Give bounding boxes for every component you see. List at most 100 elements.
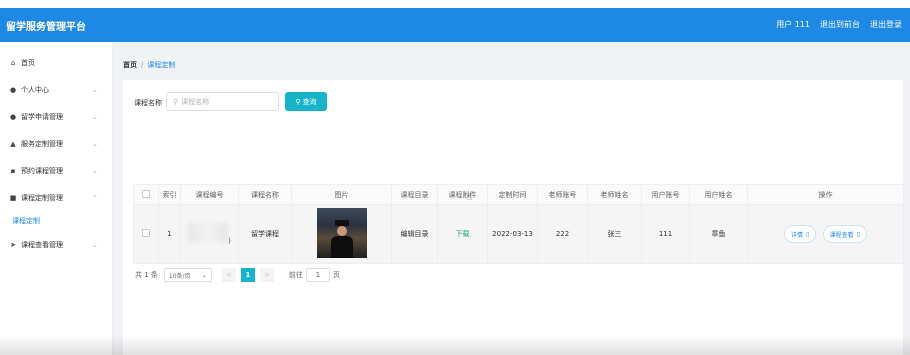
goto-label: 前往 [288,271,303,279]
bottom-shadow [0,335,910,355]
table-header-row: 索引 课程编号 课程名称 图片 课程目录 课程附件 定制时间 老师账号 老师姓名… [133,184,904,205]
prev-page-button[interactable]: < [221,268,236,282]
sidebar-item-label: 首页 [21,59,35,67]
content-panel: 课程名称 ⚲ 课程名称 ⚲ 查询 索引 课程编号 课程名称 图片 课程目录 课程 [123,80,904,355]
send-icon: ➤ [10,241,16,249]
detail-button[interactable]: 详情 ▯ [784,225,817,243]
column-header: 老师账号 [537,184,588,205]
column-header: 课程名称 [238,184,292,205]
sidebar-item-label: 服务定制管理 [21,140,63,148]
column-header: 图片 [291,184,392,205]
page-unit-label: 页 [332,271,340,279]
course-view-button-label: 课程查看 [829,231,854,239]
search-button[interactable]: ⚲ 查询 [285,92,327,111]
checkbox[interactable] [142,189,150,198]
search-placeholder: 课程名称 [181,97,210,106]
folder-icon: ■ [9,194,17,202]
cell-catalog: 编辑目录 [391,204,438,264]
sidebar-item-label: 留学申请管理 [21,113,63,121]
sidebar-item-course-view[interactable]: ➤ 课程查看管理 ⌄ [0,237,113,253]
graduation-photo [316,208,367,258]
sidebar-item-label: 课程定制管理 [21,194,63,202]
search-input[interactable]: ⚲ 课程名称 [166,92,279,111]
goto-page-input[interactable]: 1 [305,268,330,282]
search-button-label: 查询 [302,97,317,106]
cell-teacher-account: 222 [537,204,588,264]
sidebar-item-booking[interactable]: ▪ 预约课程管理 ⌄ [0,163,113,179]
next-page-button[interactable]: > [259,268,274,282]
logout-link[interactable]: 退出登录 [870,19,902,30]
sidebar-item-personal-center[interactable]: ● 个人中心 ⌄ [0,82,113,98]
sidebar-item-application[interactable]: ● 留学申请管理 ⌄ [0,109,113,125]
checkbox[interactable] [142,229,150,237]
current-user[interactable]: 用户 111 [776,19,810,30]
column-header: 课程编号 [180,184,239,205]
face-shape [336,226,347,236]
cell-time: 2022-03-13 [487,204,538,264]
sidebar-item-course-custom[interactable]: ■ 课程定制管理 ⌃ [0,190,113,206]
chevron-down-icon: ⌄ [92,167,98,175]
page-size-select[interactable]: 10条/页 ⌄ [163,268,212,282]
sidebar-item-home[interactable]: ⌂ 首页 [0,55,113,71]
redacted-block [188,223,229,243]
main-content: 首页 / 课程定制 课程名称 ⚲ 课程名称 ⚲ 查询 索引 课程编号 课程名称 图片 [113,42,910,355]
column-header: 用户账号 [641,184,690,205]
column-header: 老师姓名 [587,184,642,205]
row-select[interactable] [133,204,159,264]
breadcrumb-separator: / [141,61,144,69]
front-link[interactable]: 退出到前台 [820,19,860,30]
cell-attachment: 下载 [437,204,488,264]
cell-course-no: ) [180,204,239,264]
download-link[interactable]: 下载 [456,230,470,238]
sidebar: ⌂ 首页 ● 个人中心 ⌄ ● 留学申请管理 ⌄ ▲ 服务定制管理 ⌄ ▪ 预约… [0,42,113,355]
header-select-all[interactable] [133,184,159,205]
sidebar-item-service[interactable]: ▲ 服务定制管理 ⌄ [0,136,113,152]
cell-course-name: 留学课程 [238,204,292,264]
mouse-pointer-icon: ☝ [466,192,473,203]
cell-user-account: 111 [641,204,690,264]
sidebar-item-label: 预约课程管理 [21,167,63,175]
gown-shape [330,236,353,258]
detail-button-label: 详情 [791,231,804,239]
chevron-down-icon: ⌄ [201,271,207,279]
chevron-down-icon: ⌄ [92,241,98,249]
top-links: 用户 111 退出到前台 退出登录 [776,19,902,30]
chevron-down-icon: ⌄ [92,140,98,148]
cell-image [291,204,392,264]
page-size-value: 10条/页 [168,272,191,280]
doc-icon: ▯ [856,230,860,238]
search-label: 课程名称 [134,99,162,107]
sidebar-item-label: 课程查看管理 [21,241,63,249]
column-header: 操作 [747,184,904,205]
cell-user-name: 章鱼 [689,204,748,264]
pagination-total: 共 1 条 [135,271,158,279]
table-row: 1 ) 留学课程 编辑目录 下载 2022-03-13 222 张三 111 章… [133,204,904,264]
app-title: 留学服务管理平台 [6,22,86,33]
column-header: 定制时间 [487,184,538,205]
home-icon: ⌂ [10,59,16,67]
cell-teacher-name: 张三 [587,204,642,264]
column-header: 索引 [158,184,181,205]
breadcrumb-current: 课程定制 [147,61,176,69]
course-no-text: ) [228,237,231,245]
page-number-current[interactable]: 1 [240,268,255,282]
sidebar-subitem-course-custom[interactable]: 课程定制 [12,216,40,226]
pagination: 共 1 条 10条/页 ⌄ < 1 > 前往 1 页 [135,268,340,282]
document-icon: ▪ [10,167,16,175]
user-icon: ● [9,113,17,121]
breadcrumb-home[interactable]: 首页 [123,61,137,69]
column-header: 课程附件 [437,184,488,205]
course-view-button[interactable]: 课程查看 ▯ [822,225,867,243]
thumb-icon: ▲ [10,140,16,148]
chevron-up-icon: ⌃ [92,194,98,202]
column-header: 用户姓名 [689,184,748,205]
cell-index: 1 [158,204,181,264]
chevron-down-icon: ⌄ [92,86,98,94]
user-icon: ● [9,86,17,94]
search-icon: ⚲ [295,97,301,106]
column-header: 课程目录 [391,184,438,205]
cell-actions: 详情 ▯ 课程查看 ▯ [747,204,904,264]
breadcrumb: 首页 / 课程定制 [123,60,175,70]
chevron-down-icon: ⌄ [92,113,98,121]
data-table: 索引 课程编号 课程名称 图片 课程目录 课程附件 定制时间 老师账号 老师姓名… [133,184,904,264]
